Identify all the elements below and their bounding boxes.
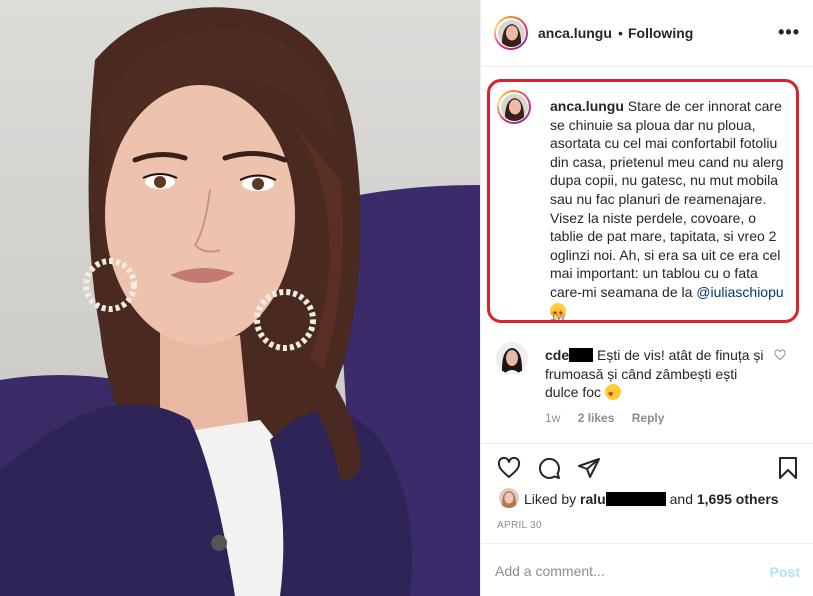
comment-meta: 1w 2 likes Reply bbox=[545, 411, 678, 425]
liker-username[interactable]: ralu bbox=[580, 491, 606, 507]
like-heart-icon[interactable] bbox=[497, 456, 521, 480]
caption-timestamp[interactable]: 1w bbox=[550, 309, 565, 323]
author-avatar[interactable] bbox=[494, 16, 528, 50]
comment-bubble-icon[interactable] bbox=[537, 456, 561, 480]
add-comment-input[interactable] bbox=[495, 557, 755, 585]
comment-timestamp[interactable]: 1w bbox=[545, 411, 560, 425]
save-bookmark-icon[interactable] bbox=[776, 456, 800, 480]
redaction-block bbox=[605, 492, 666, 506]
comment-like-heart-icon[interactable] bbox=[774, 349, 786, 361]
post-details-panel: anca.lungu • Following ••• anca.lungu St… bbox=[480, 0, 813, 596]
reply-button[interactable]: Reply bbox=[632, 411, 665, 425]
post-comment-button[interactable]: Post bbox=[770, 564, 800, 580]
action-bar bbox=[481, 443, 813, 491]
post-header: anca.lungu • Following ••• bbox=[481, 0, 813, 67]
smiling-face-with-hearts-emoji-icon bbox=[604, 384, 621, 404]
follow-button[interactable]: Following bbox=[628, 25, 693, 41]
post-photo[interactable] bbox=[0, 0, 480, 596]
caption-mention[interactable]: @iuliaschiopu bbox=[696, 284, 783, 300]
liker-avatar[interactable] bbox=[499, 488, 519, 508]
header-separator: • bbox=[618, 25, 623, 41]
add-comment-bar: Post bbox=[481, 543, 813, 596]
caption-body: Stare de cer innorat care se chinuie sa … bbox=[550, 98, 784, 300]
redaction-block bbox=[569, 348, 594, 362]
liked-by-conjunction: and bbox=[669, 491, 693, 507]
more-options-icon[interactable]: ••• bbox=[778, 22, 800, 43]
commenter-username[interactable]: cde bbox=[545, 347, 569, 363]
liked-by-text: Liked by ralu and 1,695 others bbox=[524, 491, 779, 507]
others-likes-link[interactable]: 1,695 others bbox=[697, 491, 779, 507]
caption-highlight: anca.lungu Stare de cer innorat care se … bbox=[487, 79, 799, 323]
caption-avatar[interactable] bbox=[497, 90, 531, 124]
caption-username[interactable]: anca.lungu bbox=[550, 98, 624, 114]
caption-text: anca.lungu Stare de cer innorat care se … bbox=[550, 97, 790, 323]
selfie-illustration bbox=[0, 7, 480, 596]
author-username[interactable]: anca.lungu bbox=[538, 25, 612, 41]
comment-text: cde Ești de vis! atât de finuța și frumo… bbox=[545, 346, 765, 404]
comment-item: cde Ești de vis! atât de finuța și frumo… bbox=[481, 340, 813, 430]
comment-likes-count[interactable]: 2 likes bbox=[578, 411, 615, 425]
commenter-avatar[interactable] bbox=[496, 342, 528, 374]
post-date[interactable]: APRIL 30 bbox=[497, 520, 542, 531]
liked-by-prefix: Liked by bbox=[524, 491, 577, 507]
share-paper-plane-icon[interactable] bbox=[577, 456, 601, 480]
